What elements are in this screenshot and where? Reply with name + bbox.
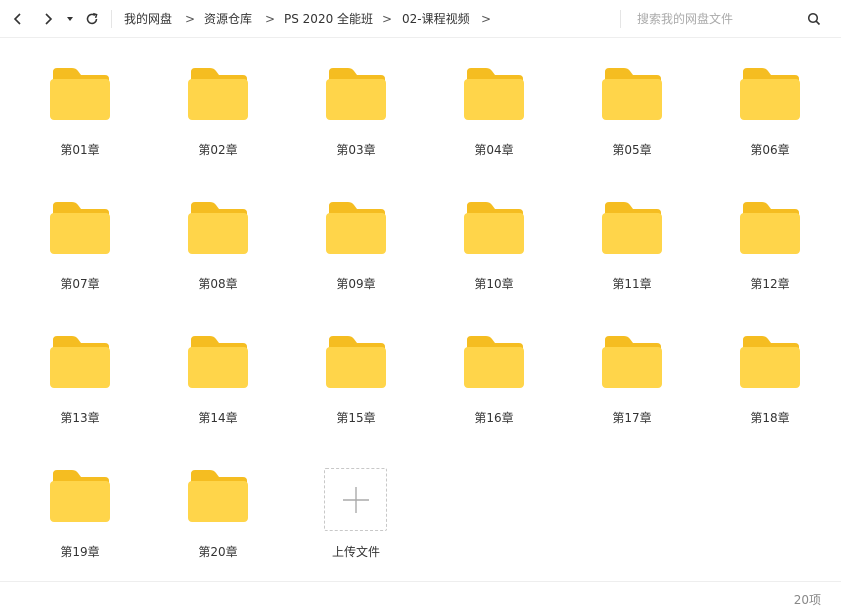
folder-icon	[50, 336, 110, 388]
folder-icon	[188, 470, 248, 522]
folder-item[interactable]: 第06章	[720, 38, 820, 158]
folder-name: 第02章	[198, 143, 238, 157]
folder-item[interactable]: 第17章	[582, 306, 682, 426]
folder-item[interactable]: 第13章	[30, 306, 130, 426]
folder-icon	[188, 336, 248, 388]
magnifier-icon	[807, 12, 821, 26]
status-bar: 20项	[0, 581, 841, 614]
folder-icon	[740, 202, 800, 254]
folder-item[interactable]: 第12章	[720, 172, 820, 292]
folder-item[interactable]: 第16章	[444, 306, 544, 426]
breadcrumb-item-course-videos[interactable]: 02-课程视频	[402, 11, 470, 27]
folder-icon	[50, 68, 110, 120]
upload-file-tile[interactable]: 上传文件	[306, 440, 406, 560]
folder-name: 第18章	[750, 411, 790, 425]
toolbar-divider	[111, 10, 112, 28]
toolbar: 我的网盘 > 资源仓库 > PS 2020 全能班 > 02-课程视频 >	[0, 0, 841, 38]
folder-name: 第19章	[60, 545, 100, 559]
folder-name: 第13章	[60, 411, 100, 425]
folder-name: 第20章	[198, 545, 238, 559]
folder-name: 第17章	[612, 411, 652, 425]
folder-item[interactable]: 第08章	[168, 172, 268, 292]
breadcrumb-separator: >	[265, 12, 276, 26]
search-button[interactable]	[804, 9, 824, 29]
folder-name: 第11章	[612, 277, 652, 291]
breadcrumb-item-ps-course[interactable]: PS 2020 全能班	[284, 11, 373, 27]
folder-icon	[50, 470, 110, 522]
upload-drop-area[interactable]	[324, 468, 387, 531]
folder-name: 第08章	[198, 277, 238, 291]
refresh-icon	[86, 12, 98, 25]
folder-name: 第16章	[474, 411, 514, 425]
caret-down-icon	[67, 17, 73, 21]
folder-item[interactable]: 第09章	[306, 172, 406, 292]
folder-item[interactable]: 第11章	[582, 172, 682, 292]
breadcrumb-item-my-drive[interactable]: 我的网盘	[124, 11, 172, 27]
folder-icon	[326, 68, 386, 120]
folder-name: 第04章	[474, 143, 514, 157]
folder-name: 第15章	[336, 411, 376, 425]
folder-icon	[326, 336, 386, 388]
folder-item[interactable]: 第14章	[168, 306, 268, 426]
folder-name: 第09章	[336, 277, 376, 291]
folder-name: 第06章	[750, 143, 790, 157]
folder-icon	[326, 202, 386, 254]
folder-icon	[602, 336, 662, 388]
folder-icon	[602, 202, 662, 254]
folder-icon	[188, 68, 248, 120]
folder-name: 第12章	[750, 277, 790, 291]
folder-icon	[464, 202, 524, 254]
folder-item[interactable]: 第20章	[168, 440, 268, 560]
folder-item[interactable]: 第05章	[582, 38, 682, 158]
forward-button[interactable]	[38, 9, 58, 29]
chevron-right-icon	[45, 13, 53, 25]
folder-item[interactable]: 第01章	[30, 38, 130, 158]
chevron-left-icon	[13, 13, 21, 25]
breadcrumb-separator: >	[185, 12, 196, 26]
breadcrumb-separator: >	[481, 12, 492, 26]
folder-name: 第05章	[612, 143, 652, 157]
folder-name: 第07章	[60, 277, 100, 291]
folder-name: 第14章	[198, 411, 238, 425]
folder-item[interactable]: 第19章	[30, 440, 130, 560]
history-dropdown-button[interactable]	[62, 9, 78, 29]
folder-name: 第10章	[474, 277, 514, 291]
plus-icon	[342, 486, 369, 513]
breadcrumb-separator: >	[382, 12, 393, 26]
folder-icon	[740, 68, 800, 120]
folder-item[interactable]: 第07章	[30, 172, 130, 292]
upload-file-label: 上传文件	[331, 545, 380, 559]
search-input[interactable]	[633, 9, 811, 29]
back-button[interactable]	[8, 9, 28, 29]
folder-icon	[602, 68, 662, 120]
folder-item[interactable]: 第03章	[306, 38, 406, 158]
folder-icon	[50, 202, 110, 254]
folder-item[interactable]: 第10章	[444, 172, 544, 292]
item-count: 20项	[793, 593, 821, 607]
folder-icon	[464, 336, 524, 388]
folder-item[interactable]: 第02章	[168, 38, 268, 158]
folder-item[interactable]: 第15章	[306, 306, 406, 426]
folder-name: 第01章	[60, 143, 100, 157]
folder-icon	[188, 202, 248, 254]
folder-item[interactable]: 第18章	[720, 306, 820, 426]
breadcrumb-item-resource-library[interactable]: 资源仓库	[204, 11, 252, 27]
folder-item[interactable]: 第04章	[444, 38, 544, 158]
folder-icon	[740, 336, 800, 388]
refresh-button[interactable]	[82, 9, 102, 29]
folder-name: 第03章	[336, 143, 376, 157]
folder-icon	[464, 68, 524, 120]
search-divider	[620, 10, 621, 28]
